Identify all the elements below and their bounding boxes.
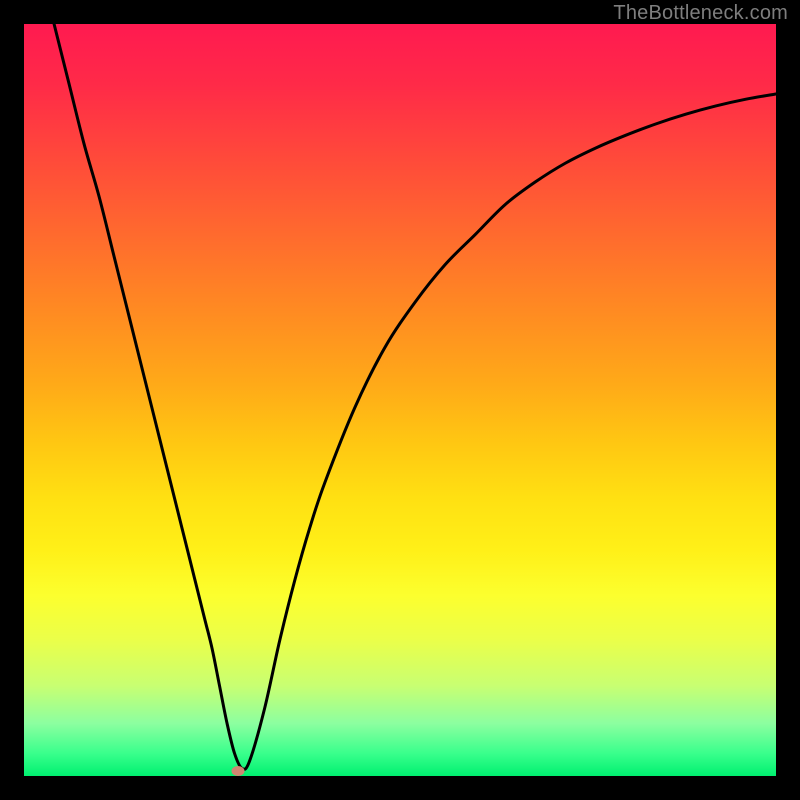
bottleneck-curve — [54, 24, 776, 769]
chart-curve-layer — [24, 24, 776, 776]
attribution-text: TheBottleneck.com — [613, 2, 788, 25]
optimal-point-marker — [232, 766, 245, 776]
chart-frame — [24, 24, 776, 776]
